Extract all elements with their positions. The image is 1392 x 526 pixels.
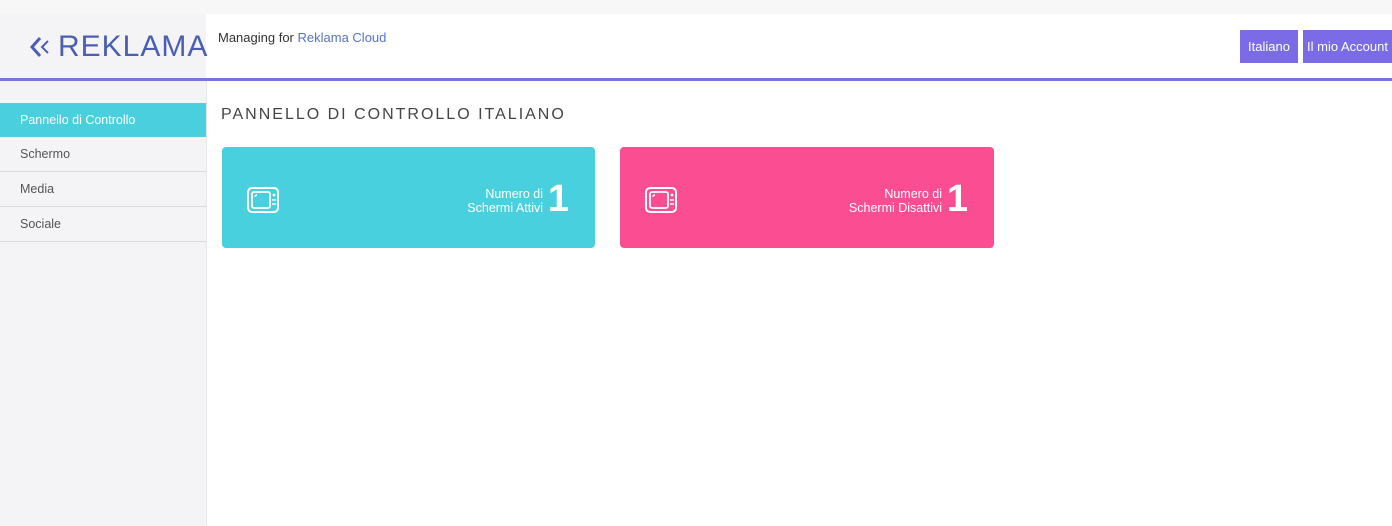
sidebar-nav: Pannello di Controllo Schermo Media Soci… [0, 103, 206, 242]
sidebar-item-sociale[interactable]: Sociale [0, 207, 206, 242]
active-screens-label-line2: Schermi Attivi [467, 201, 543, 215]
sidebar-item-schermo[interactable]: Schermo [0, 137, 206, 172]
logo[interactable]: REKLAMA [30, 30, 208, 64]
account-button[interactable]: Il mio Account [1303, 30, 1392, 63]
tv-icon [645, 187, 677, 213]
top-strip [0, 0, 1392, 14]
page-title: PANNELLO DI CONTROLLO ITALIANO [221, 106, 566, 123]
sidebar-item-pannello[interactable]: Pannello di Controllo [0, 103, 206, 137]
sidebar-item-media[interactable]: Media [0, 172, 206, 207]
inactive-screens-label: Numero di Schermi Disattivi [849, 187, 942, 215]
active-screens-label: Numero di Schermi Attivi [467, 187, 543, 215]
inactive-screens-label-line2: Schermi Disattivi [848, 201, 942, 215]
inactive-screens-label-line1: Numero di [884, 187, 942, 201]
inactive-screens-count: 1 [946, 178, 968, 220]
top-header: REKLAMA Managing for Reklama Cloud Itali… [0, 14, 1392, 81]
active-screens-count: 1 [547, 178, 569, 220]
logo-chevron-icon [30, 37, 49, 57]
sidebar: Pannello di Controllo Schermo Media Soci… [0, 81, 207, 526]
language-button[interactable]: Italiano [1240, 30, 1298, 63]
tv-icon [247, 187, 279, 213]
organization-link[interactable]: Reklama Cloud [298, 30, 387, 45]
managing-prefix: Managing for [218, 30, 294, 45]
active-screens-card[interactable]: Numero di Schermi Attivi 1 [222, 147, 595, 248]
logo-area: REKLAMA [0, 14, 208, 78]
inactive-screens-card[interactable]: Numero di Schermi Disattivi 1 [620, 147, 994, 248]
managing-for: Managing for Reklama Cloud [218, 30, 386, 45]
logo-text: REKLAMA [58, 30, 209, 63]
active-screens-label-line1: Numero di [485, 187, 543, 201]
